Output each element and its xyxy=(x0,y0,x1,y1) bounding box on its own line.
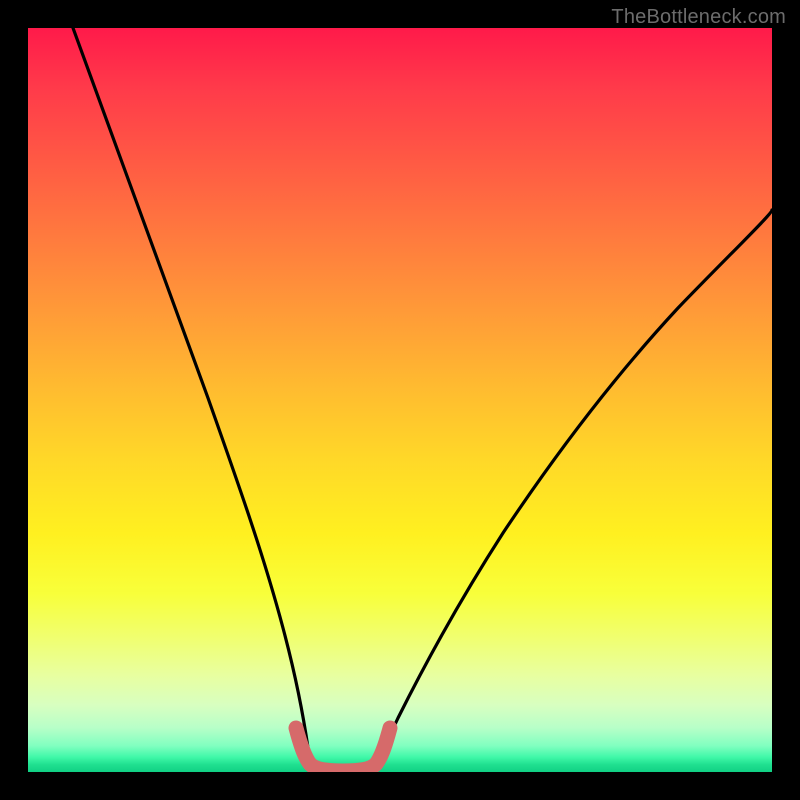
left-curve xyxy=(73,28,315,769)
outer-frame: TheBottleneck.com xyxy=(0,0,800,800)
right-curve xyxy=(371,210,772,769)
curve-layer xyxy=(28,28,772,772)
watermark-text: TheBottleneck.com xyxy=(611,6,786,29)
plot-area xyxy=(28,28,772,772)
valley-highlight xyxy=(296,728,390,771)
